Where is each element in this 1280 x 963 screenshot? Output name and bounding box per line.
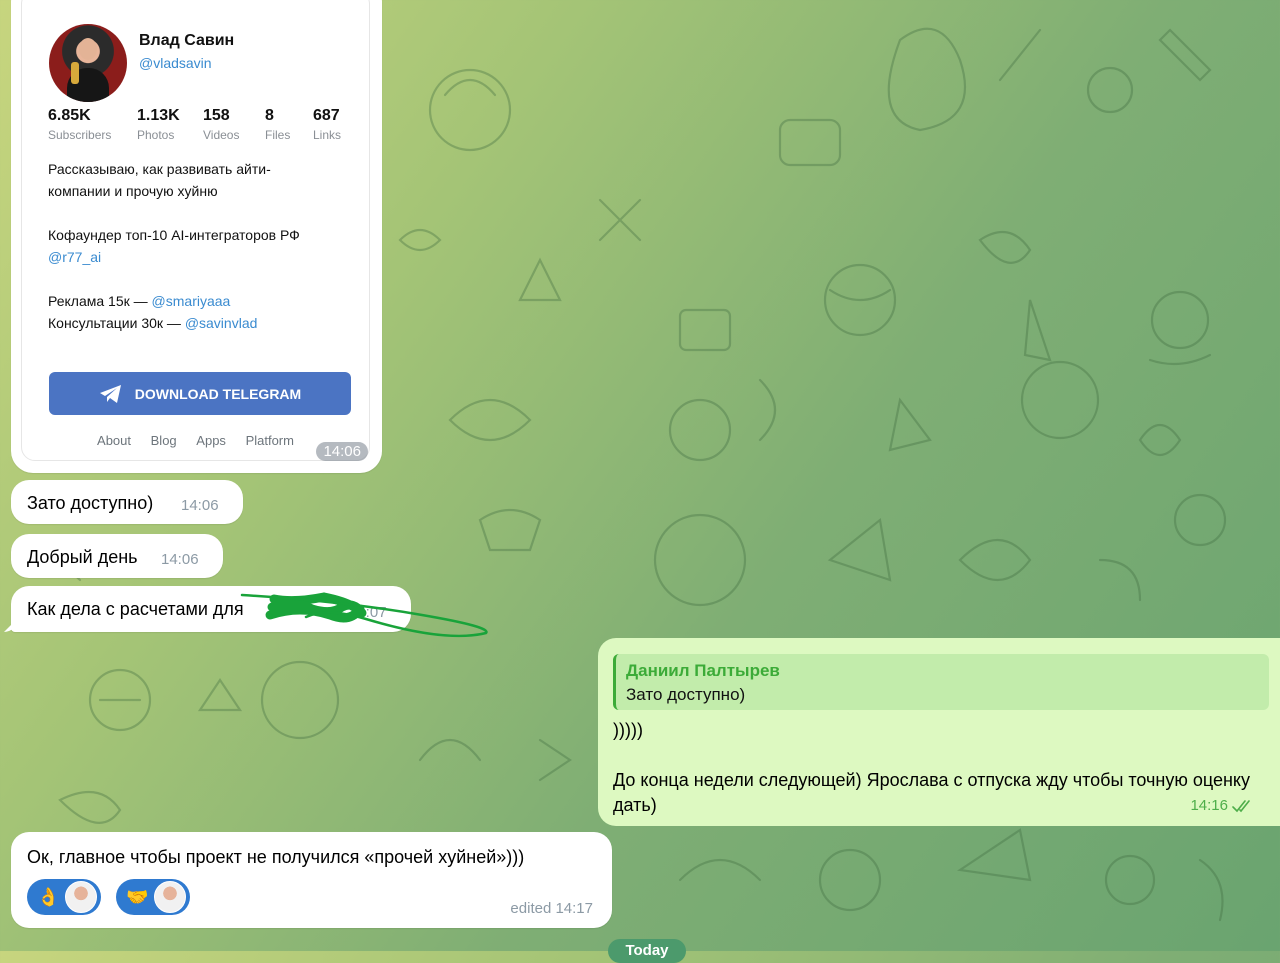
message-text: Добрый день <box>27 547 138 567</box>
channel-description: Рассказываю, как развивать айти- компани… <box>48 161 300 331</box>
footer-link-apps[interactable]: Apps <box>196 433 226 448</box>
outgoing-message-bubble[interactable]: Даниил Палтырев Зато доступно) ))))) До … <box>598 638 1280 826</box>
message-bubble[interactable]: Ок, главное чтобы проект не получился «п… <box>11 832 612 928</box>
channel-preview-card[interactable]: Влад Савин @vladsavin 6.85K Subscribers … <box>21 0 370 461</box>
channel-stats: 6.85K Subscribers 1.13K Photos 158 Video… <box>48 107 353 142</box>
redaction-scribble <box>240 592 488 638</box>
reply-quoted-text: Зато доступно) <box>626 685 746 704</box>
telegram-plane-icon <box>99 384 121 403</box>
message-text: ))))) <box>613 720 643 740</box>
message-edited-time: edited 14:17 <box>510 900 593 917</box>
message-text: Зато доступно) <box>27 493 154 513</box>
channel-handle[interactable]: @vladsavin <box>139 55 212 71</box>
message-time-status: 14:16 <box>1190 797 1256 814</box>
ads-contact-link[interactable]: @smariyaaa <box>152 293 231 309</box>
stat-photos: 1.13K Photos <box>137 107 180 142</box>
channel-avatar <box>49 24 127 102</box>
channel-name: Влад Савин <box>139 32 235 49</box>
message-time: 14:06 <box>316 442 368 461</box>
download-telegram-button[interactable]: DOWNLOAD TELEGRAM <box>49 372 351 415</box>
cofounder-link[interactable]: @r77_ai <box>48 249 101 265</box>
stat-files: 8 Files <box>265 107 291 142</box>
footer-link-platform[interactable]: Platform <box>246 433 294 448</box>
stat-subscribers: 6.85K Subscribers <box>48 107 112 142</box>
message-text: До конца недели следующей) Ярослава с от… <box>613 770 1251 815</box>
stat-links: 687 Links <box>313 107 342 142</box>
reaction-user-avatar <box>154 881 187 913</box>
stat-videos: 158 Videos <box>203 107 240 142</box>
reply-author: Даниил Палтырев <box>626 661 780 680</box>
footer-link-about[interactable]: About <box>97 433 131 448</box>
message-time: 14:06 <box>161 551 199 568</box>
message-time: 14:16 <box>1190 797 1228 814</box>
message-bubble[interactable]: Добрый день 14:06 <box>11 534 223 578</box>
double-check-icon <box>1232 799 1250 812</box>
message-text: Как дела с расчетами для <box>27 599 244 619</box>
reply-quote[interactable]: Даниил Палтырев Зато доступно) <box>613 654 1269 710</box>
message-text: Ок, главное чтобы проект не получился «п… <box>27 847 525 867</box>
handshake-icon: 🤝 <box>126 886 149 907</box>
consult-contact-link[interactable]: @savinvlad <box>185 315 258 331</box>
reaction-ok[interactable]: 👌 <box>27 879 102 915</box>
ok-hand-icon: 👌 <box>37 886 60 907</box>
message-time: 14:06 <box>181 497 219 514</box>
footer-link-blog[interactable]: Blog <box>151 433 177 448</box>
reaction-user-avatar <box>65 881 98 913</box>
link-preview-message[interactable]: Влад Савин @vladsavin 6.85K Subscribers … <box>11 0 382 473</box>
message-bubble[interactable]: Зато доступно) 14:06 <box>11 480 243 524</box>
reaction-handshake[interactable]: 🤝 <box>116 879 191 915</box>
date-divider: Today <box>608 939 686 963</box>
